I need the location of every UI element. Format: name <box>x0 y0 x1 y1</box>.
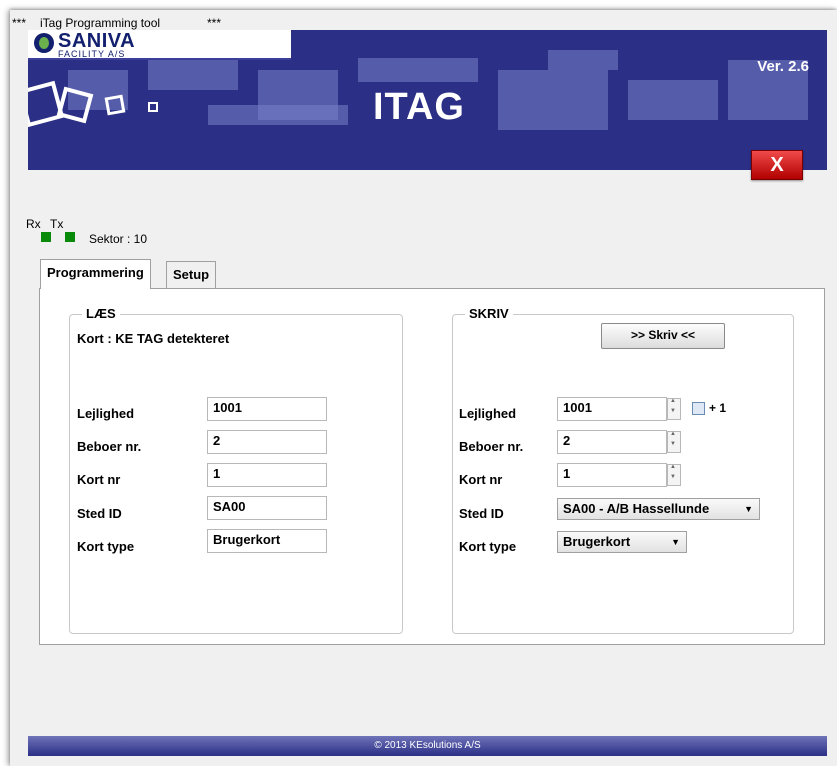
read-lejlighed-label: Lejlighed <box>77 406 135 421</box>
title-suffix: *** <box>207 16 222 30</box>
title-prefix: *** <box>12 16 27 30</box>
tx-led-indicator <box>65 232 75 242</box>
write-legend: SKRIV <box>465 306 513 321</box>
plus-one-checkbox[interactable] <box>692 402 705 415</box>
rx-label: Rx <box>26 217 41 231</box>
sted-id-dropdown[interactable]: SA00 - A/B Hassellunde ▼ <box>557 498 760 520</box>
tab-programmering[interactable]: Programmering <box>40 259 151 289</box>
read-kort-type-field[interactable]: Brugerkort <box>207 529 327 553</box>
rx-led-indicator <box>41 232 51 242</box>
read-legend: LÆS <box>82 306 120 321</box>
read-kort-nr-field[interactable]: 1 <box>207 463 327 487</box>
sektor-label: Sektor : 10 <box>89 232 148 246</box>
saniva-logo-icon <box>34 33 54 53</box>
app-name: ITAG <box>373 86 465 128</box>
read-status: Kort : KE TAG detekteret <box>77 331 230 346</box>
brand-subtitle: FACILITY A/S <box>58 49 126 59</box>
brand-logo: SANIVA FACILITY A/S <box>28 30 291 60</box>
read-sted-id-field[interactable]: SA00 <box>207 496 327 520</box>
close-button[interactable]: X <box>751 150 803 180</box>
skriv-button[interactable]: >> Skriv << <box>601 323 725 349</box>
beboer-spinner[interactable] <box>667 431 681 453</box>
square-decor-icon <box>104 94 126 116</box>
plus-one-label: + 1 <box>709 401 727 415</box>
footer-copyright: © 2013 KEsolutions A/S <box>28 736 827 756</box>
version-label: Ver. 2.6 <box>757 58 809 75</box>
write-kort-nr-label: Kort nr <box>459 472 503 487</box>
kort-type-dropdown[interactable]: Brugerkort ▼ <box>557 531 687 553</box>
write-sted-id-label: Sted ID <box>459 506 504 521</box>
sted-id-value: SA00 - A/B Hassellunde <box>563 501 710 516</box>
window-title: iTag Programming tool <box>40 16 161 30</box>
kort-nr-spinner[interactable] <box>667 464 681 486</box>
write-lejlighed-label: Lejlighed <box>459 406 517 421</box>
lejlighed-spinner[interactable] <box>667 398 681 420</box>
write-kort-nr-field[interactable]: 1 <box>557 463 667 487</box>
chevron-down-icon: ▼ <box>671 537 680 547</box>
tab-setup[interactable]: Setup <box>166 261 217 288</box>
write-kort-type-label: Kort type <box>459 539 517 554</box>
read-kort-nr-label: Kort nr <box>77 472 121 487</box>
square-decor-icon <box>148 102 158 112</box>
read-lejlighed-field[interactable]: 1001 <box>207 397 327 421</box>
tx-label: Tx <box>50 217 64 231</box>
write-lejlighed-field[interactable]: 1001 <box>557 397 667 421</box>
kort-type-value: Brugerkort <box>563 534 631 549</box>
chevron-down-icon: ▼ <box>744 504 753 514</box>
read-sted-id-label: Sted ID <box>77 506 122 521</box>
write-beboer-field[interactable]: 2 <box>557 430 667 454</box>
write-beboer-label: Beboer nr. <box>459 439 524 454</box>
read-kort-type-label: Kort type <box>77 539 135 554</box>
read-beboer-label: Beboer nr. <box>77 439 142 454</box>
read-beboer-field[interactable]: 2 <box>207 430 327 454</box>
